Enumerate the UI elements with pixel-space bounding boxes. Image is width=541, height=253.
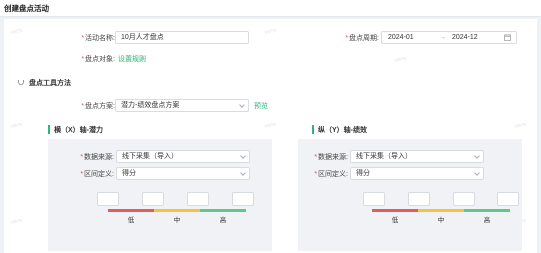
x-source-label: *数据来源:	[80, 154, 114, 161]
y-threshold-input-4[interactable]	[497, 192, 519, 206]
level-low-label: 低	[391, 217, 399, 224]
level-low-bar	[108, 209, 154, 212]
level-mid-bar	[418, 209, 464, 212]
watermark: YMTK	[9, 121, 23, 130]
y-range-value: 得分	[356, 170, 370, 177]
y-axis-panel: *数据来源: 线下采集（导入） *区间定义: 得分 低 中 高	[298, 139, 522, 251]
plan-select-value: 潜力-绩效盘点方案	[121, 102, 180, 109]
x-axis-panel: *数据来源: 线下采集（导入） *区间定义: 得分 低 中 高	[48, 139, 272, 251]
y-range-label: *区间定义:	[314, 171, 348, 178]
period-label: *盘点周期:	[345, 35, 379, 42]
y-source-value: 线下采集（导入）	[356, 153, 412, 160]
activity-name-value: 10月人才盘点	[121, 34, 164, 41]
chevron-down-icon	[240, 170, 246, 176]
level-high-bar	[200, 209, 246, 212]
x-source-select[interactable]: 线下采集（导入）	[116, 150, 250, 163]
period-end: 2024-12	[452, 34, 478, 41]
level-high-label: 高	[219, 217, 227, 224]
period-range-picker[interactable]: 2024-01 → 2024-12	[381, 31, 517, 44]
chevron-down-icon	[474, 153, 480, 159]
link-icon	[18, 80, 24, 85]
watermark: YMTK	[9, 27, 23, 36]
target-label: *盘点对象:	[81, 56, 115, 63]
page-title: 创建盘点活动	[4, 4, 49, 13]
y-level-scale: 低 中 高	[372, 209, 510, 224]
set-rules-link[interactable]: 设置规则	[118, 54, 146, 64]
x-range-select[interactable]: 得分	[116, 167, 250, 180]
x-source-value: 线下采集（导入）	[122, 153, 178, 160]
chevron-down-icon	[239, 102, 245, 108]
period-separator: →	[439, 34, 446, 41]
activity-name-input[interactable]: 10月人才盘点	[115, 31, 249, 44]
form-content: YMTK YMTK YMTK YMTK YMTK YMTK YMTK YMTK …	[4, 19, 537, 253]
level-mid-label: 中	[173, 217, 181, 224]
level-high-label: 高	[483, 217, 491, 224]
x-threshold-input-2[interactable]	[142, 192, 164, 206]
watermark: YMTK	[263, 121, 277, 130]
plan-select[interactable]: 潜力-绩效盘点方案	[115, 99, 249, 112]
period-start: 2024-01	[388, 34, 414, 41]
watermark: YMTK	[393, 55, 407, 64]
x-threshold-input-4[interactable]	[232, 192, 254, 206]
chevron-down-icon	[474, 170, 480, 176]
x-level-scale: 低 中 高	[108, 209, 246, 224]
y-threshold-input-2[interactable]	[408, 192, 430, 206]
y-source-label: *数据来源:	[314, 154, 348, 161]
y-source-select[interactable]: 线下采集（导入）	[350, 150, 484, 163]
y-threshold-input-1[interactable]	[363, 192, 385, 206]
watermark: YMTK	[513, 121, 527, 130]
plan-label: *盘点方案:	[81, 103, 115, 110]
chevron-down-icon	[240, 153, 246, 159]
level-mid-bar	[154, 209, 200, 212]
tool-section-header: 盘点工具方法	[18, 78, 71, 88]
x-threshold-input-1[interactable]	[97, 192, 119, 206]
x-threshold-input-3[interactable]	[187, 192, 209, 206]
preview-link[interactable]: 预览	[254, 101, 268, 111]
watermark: YMTK	[263, 27, 277, 36]
y-range-select[interactable]: 得分	[350, 167, 484, 180]
tool-section-title: 盘点工具方法	[29, 80, 71, 87]
x-range-value: 得分	[122, 170, 136, 177]
x-axis-title: 横（X）轴-潜力	[48, 125, 103, 135]
level-mid-label: 中	[437, 217, 445, 224]
calendar-icon[interactable]	[504, 34, 511, 43]
activity-name-label: *活动名称:	[81, 35, 115, 42]
level-low-bar	[372, 209, 418, 212]
y-axis-title: 纵（Y）轴-绩效	[312, 125, 367, 135]
level-high-bar	[464, 209, 510, 212]
watermark: YMTK	[9, 217, 23, 226]
x-range-label: *区间定义:	[80, 171, 114, 178]
y-threshold-input-3[interactable]	[453, 192, 475, 206]
title-bar: 创建盘点活动	[0, 0, 541, 17]
level-low-label: 低	[127, 217, 135, 224]
